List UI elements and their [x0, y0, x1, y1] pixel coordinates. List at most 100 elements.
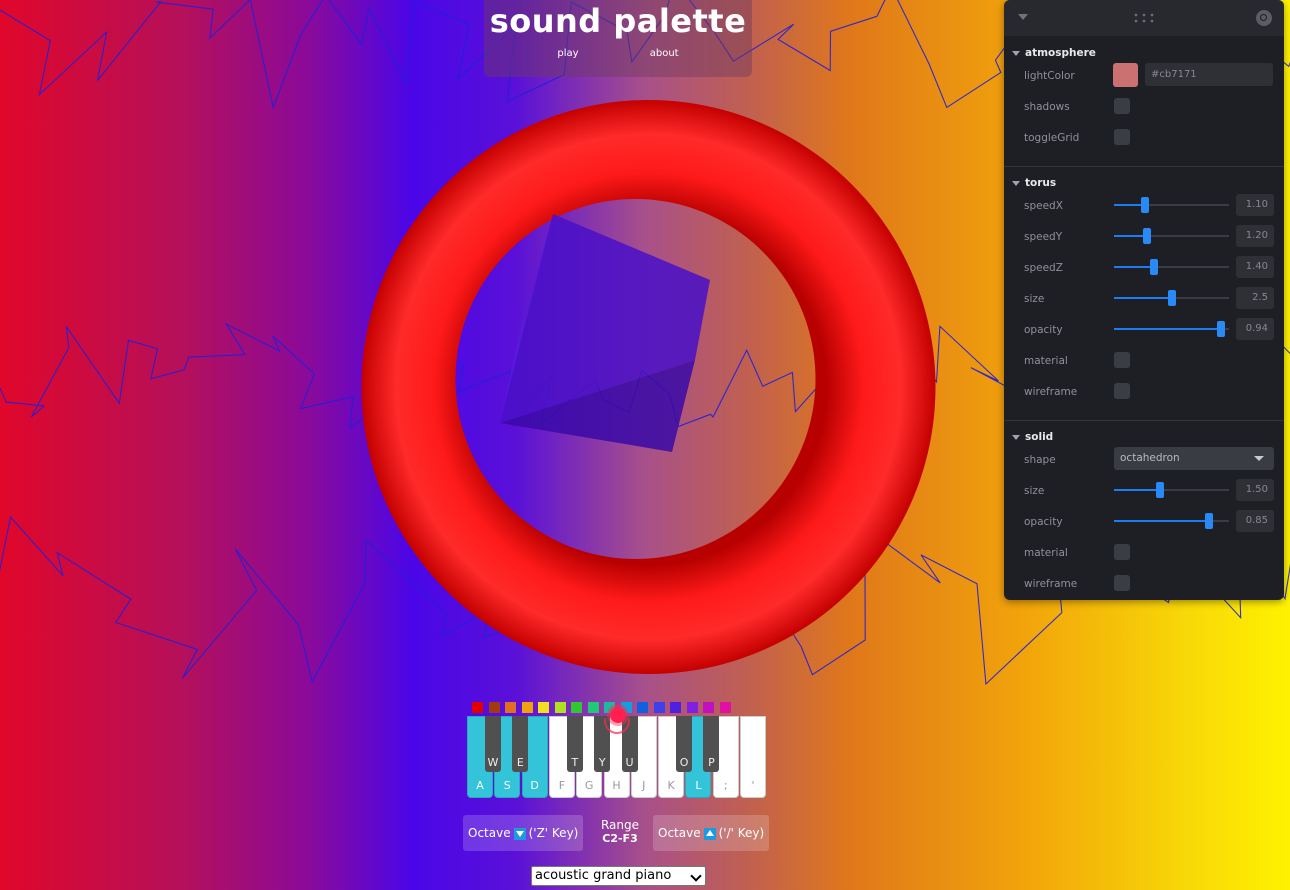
key-label: U	[625, 756, 634, 769]
note-color-swatch	[686, 702, 698, 713]
note-color-swatch	[571, 702, 582, 713]
octave-up-button[interactable]: Octave ('/' Key)	[653, 815, 770, 851]
key-label: P	[708, 756, 715, 769]
speedz-label: speedZ	[1024, 262, 1063, 274]
key-label: O	[679, 756, 689, 769]
lightcolor-label: lightColor	[1024, 70, 1075, 82]
instrument-select[interactable]: acoustic grand piano	[531, 866, 706, 886]
nav-play-link[interactable]: play	[557, 48, 578, 59]
octave-down-button[interactable]: Octave ('Z' Key)	[463, 815, 584, 851]
torus-material-label: material	[1024, 355, 1068, 367]
range-value: C2-F3	[602, 832, 638, 845]
key-label: Y	[598, 756, 606, 769]
key-label: J	[642, 779, 646, 792]
app-title: sound palette	[489, 2, 747, 40]
torus-material-checkbox[interactable]	[1114, 352, 1130, 368]
key-label: D	[530, 779, 539, 792]
pointer-dot-icon	[610, 707, 626, 723]
folder-atmosphere[interactable]: atmosphere	[1012, 47, 1096, 59]
note-color-swatch	[505, 702, 516, 713]
note-color-swatch	[521, 702, 533, 713]
key-label: L	[695, 779, 702, 792]
black-key[interactable]: W	[485, 716, 501, 772]
solid-size-value[interactable]: 1.50	[1236, 479, 1274, 501]
white-key[interactable]: '	[740, 716, 766, 798]
speedy-slider[interactable]	[1114, 228, 1229, 244]
octave-up-key: ('/' Key)	[718, 826, 765, 840]
octave-up-label: Octave	[658, 826, 701, 840]
solid-opacity-slider[interactable]	[1114, 513, 1229, 529]
torus-size-value[interactable]: 2.5	[1236, 287, 1274, 309]
solid-material-label: material	[1024, 547, 1068, 559]
note-color-swatch	[472, 702, 483, 713]
note-color-swatch	[703, 702, 714, 713]
torus-opacity-label: opacity	[1024, 324, 1063, 336]
title-box: sound palette play about	[484, 0, 752, 77]
key-label: H	[612, 779, 621, 792]
divider	[1004, 166, 1284, 167]
torus-wireframe-checkbox[interactable]	[1114, 383, 1130, 399]
octave-down-key: ('Z' Key)	[528, 826, 579, 840]
note-color-swatch	[554, 702, 566, 713]
arrow-up-icon	[703, 827, 716, 840]
speedy-label: speedY	[1024, 231, 1063, 243]
black-key[interactable]: E	[512, 716, 529, 772]
torus-opacity-slider[interactable]	[1114, 321, 1229, 337]
speedx-slider[interactable]	[1114, 197, 1229, 213]
key-label: K	[667, 779, 675, 792]
settings-panel: atmosphere lightColor #cb7171 shadows to…	[1004, 0, 1284, 600]
note-color-swatch	[488, 702, 500, 713]
folder-solid[interactable]: solid	[1012, 431, 1053, 443]
solid-wireframe-label: wireframe	[1024, 578, 1078, 590]
key-label: G	[584, 779, 594, 792]
panel-header[interactable]	[1004, 0, 1284, 36]
note-color-swatch	[670, 702, 681, 713]
solid-opacity-label: opacity	[1024, 516, 1063, 528]
lightcolor-input[interactable]: #cb7171	[1145, 63, 1273, 86]
speedz-slider[interactable]	[1114, 259, 1229, 275]
key-label: E	[516, 756, 524, 769]
divider	[1004, 420, 1284, 421]
speedz-value[interactable]: 1.40	[1236, 256, 1274, 278]
black-key[interactable]: O	[676, 716, 693, 772]
octahedron-shape	[500, 214, 710, 452]
title-nav: play about	[484, 48, 752, 59]
drag-handle-icon[interactable]	[1132, 12, 1154, 24]
arrow-down-icon	[513, 827, 526, 840]
range-label: Range	[600, 818, 640, 832]
togglegrid-label: toggleGrid	[1024, 132, 1080, 144]
shape-select[interactable]: octahedron	[1114, 447, 1274, 470]
key-label: A	[476, 779, 484, 792]
note-color-swatch	[719, 702, 731, 713]
solid-wireframe-checkbox[interactable]	[1114, 575, 1130, 591]
note-color-swatch	[587, 702, 599, 713]
key-label: T	[571, 756, 579, 769]
solid-material-checkbox[interactable]	[1114, 544, 1130, 560]
speedx-label: speedX	[1024, 200, 1063, 212]
black-key[interactable]: P	[703, 716, 720, 772]
note-color-swatch	[538, 702, 549, 713]
key-label: ;	[723, 779, 728, 792]
torus-opacity-value[interactable]: 0.94	[1236, 318, 1274, 340]
speedx-value[interactable]: 1.10	[1236, 194, 1274, 216]
folder-torus[interactable]: torus	[1012, 177, 1056, 189]
collapse-caret-icon[interactable]	[1018, 14, 1028, 20]
solid-size-label: size	[1024, 485, 1045, 497]
shadows-checkbox[interactable]	[1114, 98, 1130, 114]
black-key[interactable]: T	[566, 716, 583, 772]
solid-opacity-value[interactable]: 0.85	[1236, 510, 1274, 532]
key-label: '	[751, 779, 755, 792]
torus-size-label: size	[1024, 293, 1045, 305]
key-label: S	[503, 779, 511, 792]
search-icon[interactable]	[1256, 10, 1272, 26]
speedy-value[interactable]: 1.20	[1236, 225, 1274, 247]
torus-size-slider[interactable]	[1114, 290, 1229, 306]
octave-down-label: Octave	[468, 826, 511, 840]
togglegrid-checkbox[interactable]	[1114, 129, 1130, 145]
solid-size-slider[interactable]	[1114, 482, 1229, 498]
note-color-swatch	[653, 702, 665, 713]
nav-about-link[interactable]: about	[650, 48, 679, 59]
shadows-label: shadows	[1024, 101, 1070, 113]
lightcolor-swatch[interactable]	[1113, 63, 1138, 87]
key-label: F	[558, 779, 566, 792]
